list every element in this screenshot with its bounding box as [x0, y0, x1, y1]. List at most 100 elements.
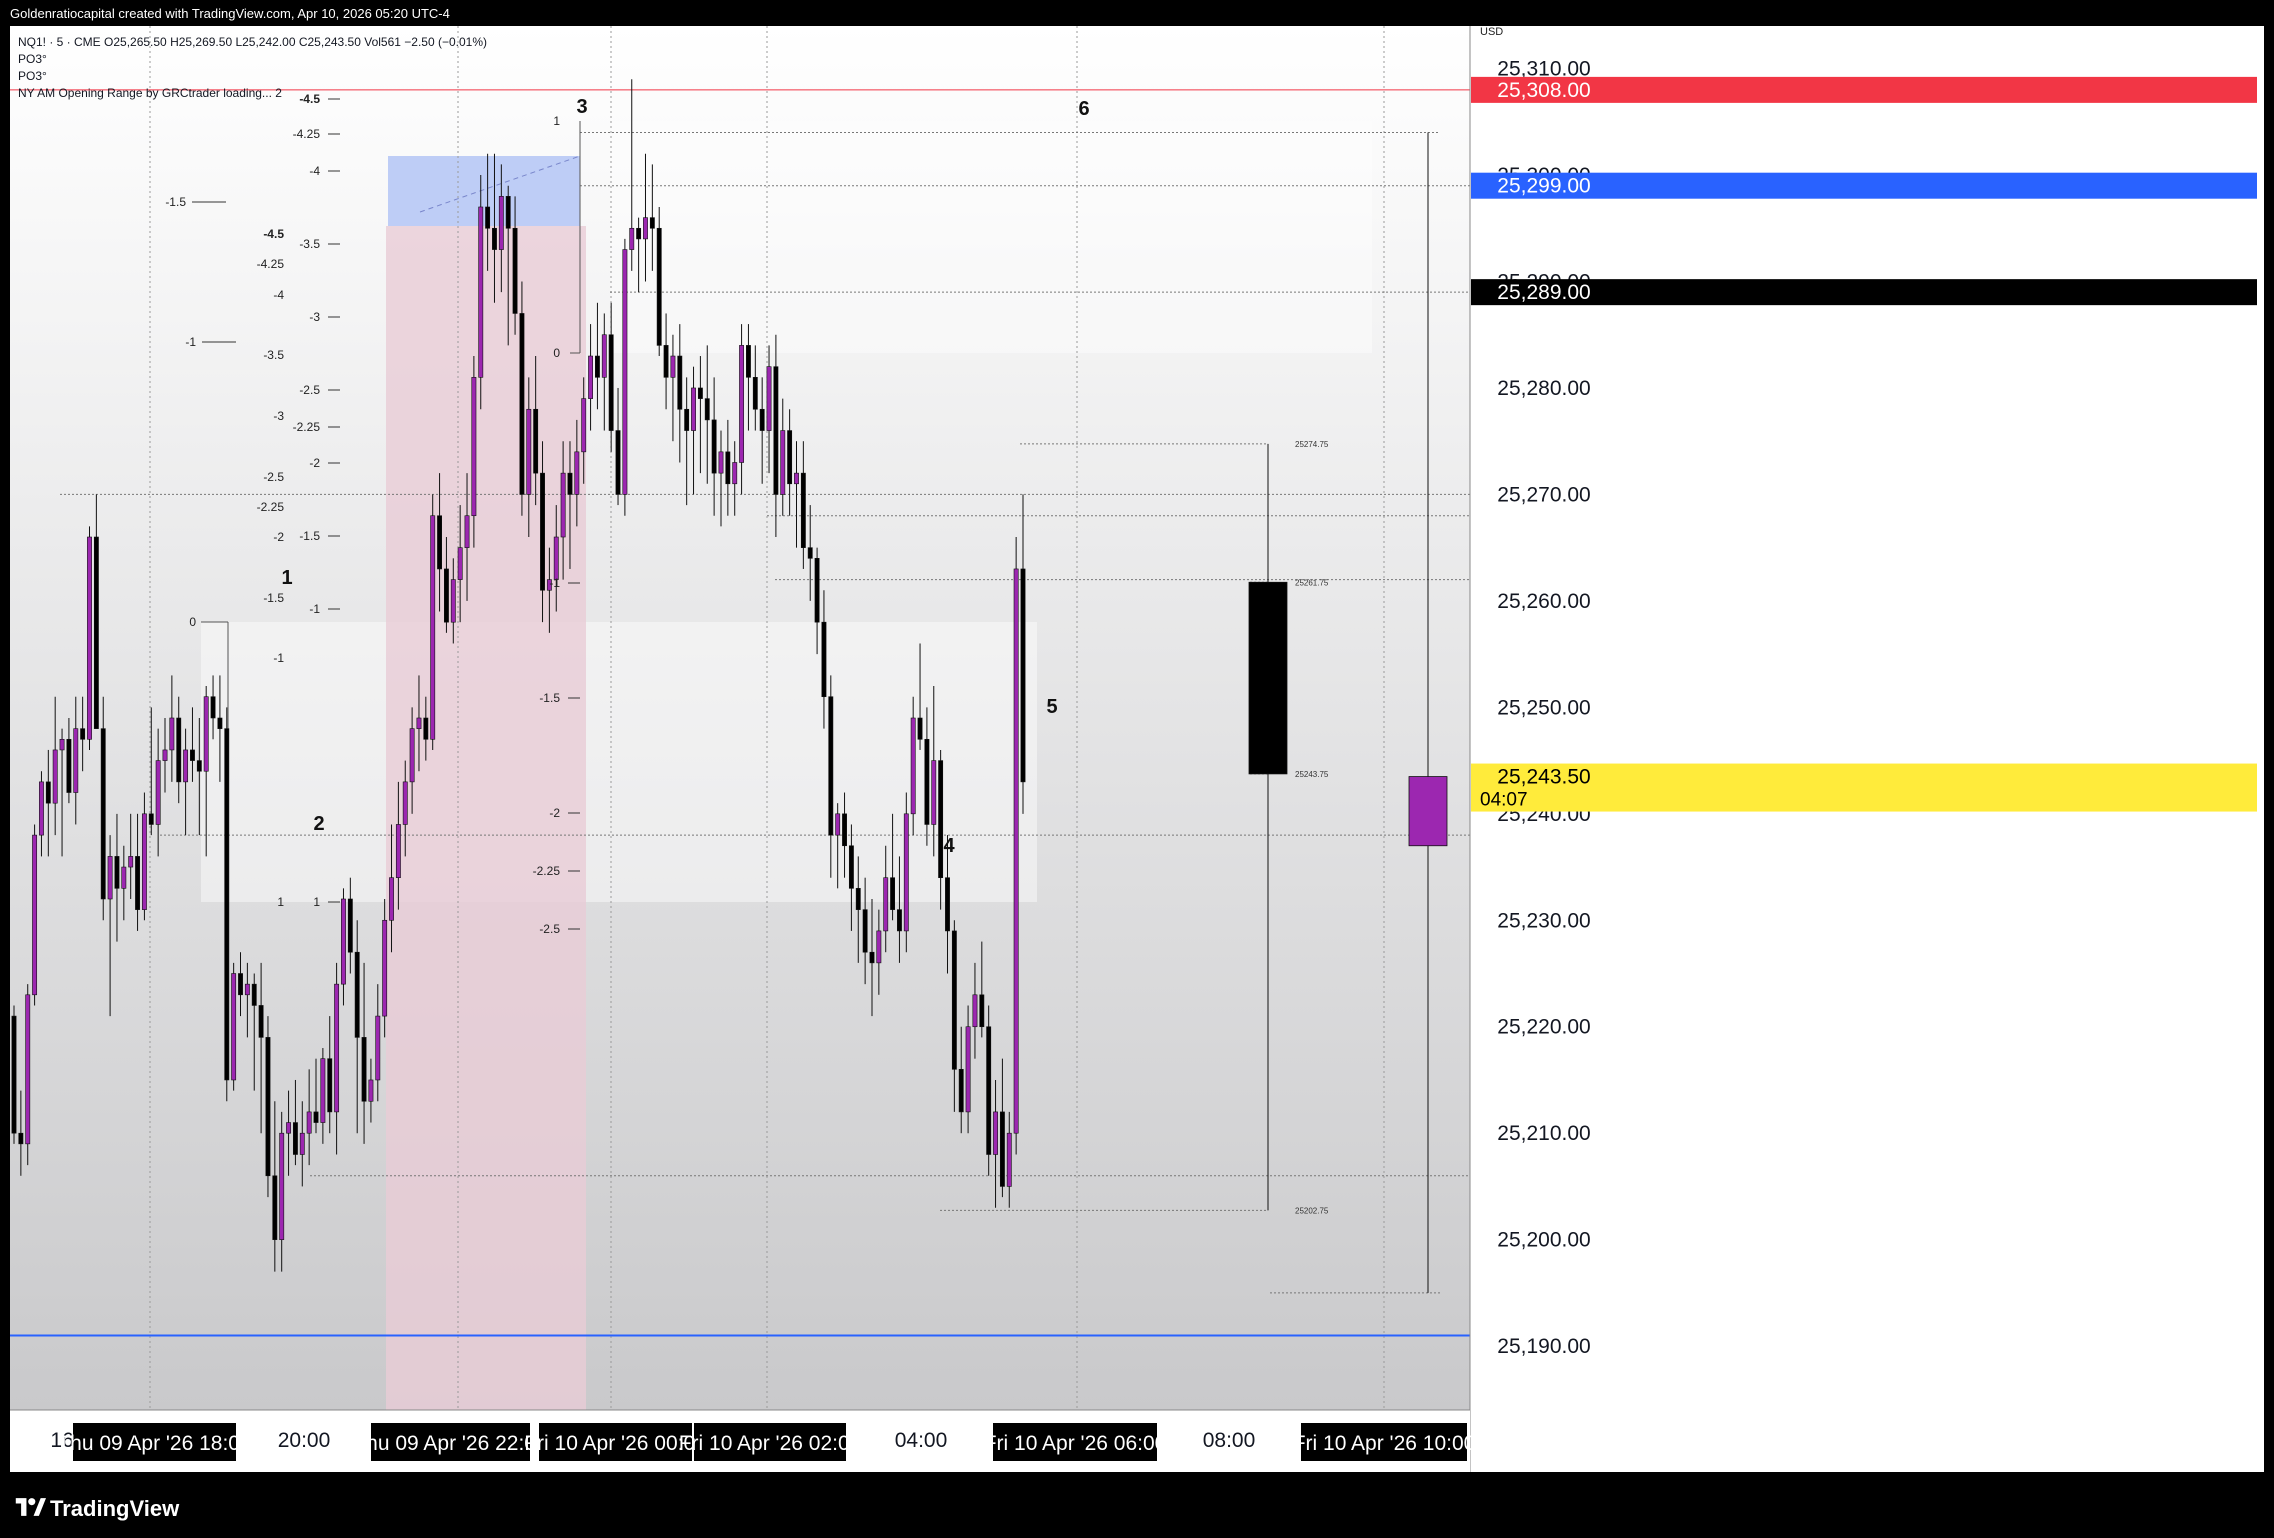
candle-83[interactable]: [581, 398, 587, 453]
candle-11[interactable]: [87, 536, 92, 740]
candle-89[interactable]: [622, 249, 628, 495]
candle-76[interactable]: [533, 408, 539, 474]
candle-56[interactable]: [395, 824, 401, 878]
htf-candle-1[interactable]: [1408, 776, 1448, 847]
candle-52[interactable]: [368, 1079, 374, 1102]
candle-110[interactable]: [766, 366, 772, 431]
candle-116[interactable]: [807, 547, 813, 559]
candle-48[interactable]: [341, 898, 346, 985]
candle-49[interactable]: [347, 898, 353, 953]
candle-102[interactable]: [711, 419, 717, 474]
candle-146[interactable]: [1013, 568, 1019, 1134]
candle-144[interactable]: [999, 1111, 1005, 1187]
candle-8[interactable]: [66, 738, 72, 793]
candle-33[interactable]: [238, 973, 243, 996]
candle-75[interactable]: [526, 408, 532, 495]
candle-21[interactable]: [155, 760, 161, 825]
candle-1[interactable]: [18, 1132, 24, 1145]
candle-135[interactable]: [938, 760, 944, 878]
candle-140[interactable]: [972, 994, 978, 1028]
candle-27[interactable]: [196, 760, 202, 772]
indicator-opening-range[interactable]: NY AM Opening Range by GRCtrader loading…: [18, 85, 487, 102]
symbol-ohlc-line[interactable]: NQ1! · 5 · CME O25,265.50 H25,269.50 L25…: [18, 34, 487, 51]
candle-46[interactable]: [327, 1058, 333, 1113]
candle-129[interactable]: [897, 909, 902, 932]
candle-120[interactable]: [835, 813, 841, 836]
candle-35[interactable]: [251, 983, 257, 1006]
candle-68[interactable]: [478, 206, 484, 378]
candle-62[interactable]: [437, 515, 442, 570]
candle-96[interactable]: [670, 355, 676, 378]
candle-57[interactable]: [402, 781, 408, 825]
candle-74[interactable]: [519, 313, 525, 495]
candle-51[interactable]: [361, 1037, 367, 1102]
candle-86[interactable]: [601, 334, 607, 378]
candle-19[interactable]: [141, 813, 147, 910]
candle-81[interactable]: [567, 472, 573, 495]
candle-10[interactable]: [80, 728, 86, 740]
candle-80[interactable]: [560, 472, 566, 538]
candle-29[interactable]: [210, 696, 216, 719]
candle-127[interactable]: [883, 877, 889, 932]
candle-131[interactable]: [910, 717, 916, 815]
candle-82[interactable]: [574, 451, 580, 495]
candle-143[interactable]: [993, 1111, 998, 1155]
candle-106[interactable]: [739, 345, 745, 463]
candle-12[interactable]: [93, 536, 99, 729]
candle-3[interactable]: [32, 834, 38, 996]
candle-60[interactable]: [423, 717, 429, 740]
candle-30[interactable]: [217, 717, 223, 729]
candle-126[interactable]: [876, 930, 882, 964]
candle-125[interactable]: [869, 951, 875, 964]
candle-92[interactable]: [643, 217, 648, 240]
candle-85[interactable]: [595, 355, 600, 378]
htf-candle-0[interactable]: [1248, 581, 1288, 775]
candle-36[interactable]: [258, 1005, 264, 1038]
candle-124[interactable]: [862, 909, 868, 953]
candle-31[interactable]: [224, 728, 230, 1081]
candle-38[interactable]: [272, 1175, 278, 1240]
candle-147[interactable]: [1020, 568, 1026, 783]
candle-90[interactable]: [629, 227, 635, 250]
candle-139[interactable]: [965, 1026, 971, 1113]
candle-20[interactable]: [148, 813, 154, 825]
candle-108[interactable]: [752, 377, 758, 410]
candle-84[interactable]: [588, 355, 593, 399]
candle-103[interactable]: [718, 451, 724, 474]
candle-91[interactable]: [636, 227, 642, 240]
candle-123[interactable]: [855, 888, 861, 910]
candle-5[interactable]: [45, 781, 51, 804]
candle-65[interactable]: [457, 547, 463, 580]
candle-53[interactable]: [375, 1015, 381, 1081]
candle-88[interactable]: [615, 430, 621, 495]
candle-16[interactable]: [121, 866, 127, 889]
candle-44[interactable]: [313, 1111, 319, 1123]
candle-17[interactable]: [128, 856, 134, 868]
candle-105[interactable]: [732, 462, 738, 485]
candle-32[interactable]: [231, 973, 237, 1081]
price-axis[interactable]: [1470, 26, 2264, 1472]
candle-128[interactable]: [890, 877, 896, 910]
candle-2[interactable]: [25, 994, 31, 1145]
candle-28[interactable]: [203, 696, 209, 772]
candle-136[interactable]: [945, 877, 950, 932]
candle-114[interactable]: [794, 472, 799, 485]
candle-72[interactable]: [505, 196, 511, 229]
candle-64[interactable]: [450, 579, 456, 623]
candle-63[interactable]: [444, 568, 449, 623]
candle-95[interactable]: [663, 345, 669, 378]
candle-43[interactable]: [306, 1111, 312, 1134]
candle-138[interactable]: [958, 1069, 964, 1113]
candle-115[interactable]: [800, 472, 806, 548]
candle-4[interactable]: [39, 781, 44, 836]
candle-109[interactable]: [759, 408, 765, 431]
candle-79[interactable]: [553, 536, 559, 580]
candle-66[interactable]: [464, 515, 470, 548]
candle-22[interactable]: [162, 749, 168, 761]
candle-25[interactable]: [183, 749, 189, 783]
candle-87[interactable]: [608, 334, 614, 431]
candle-39[interactable]: [279, 1132, 285, 1240]
candle-132[interactable]: [917, 717, 923, 740]
candle-113[interactable]: [787, 430, 793, 485]
candle-117[interactable]: [814, 558, 820, 623]
